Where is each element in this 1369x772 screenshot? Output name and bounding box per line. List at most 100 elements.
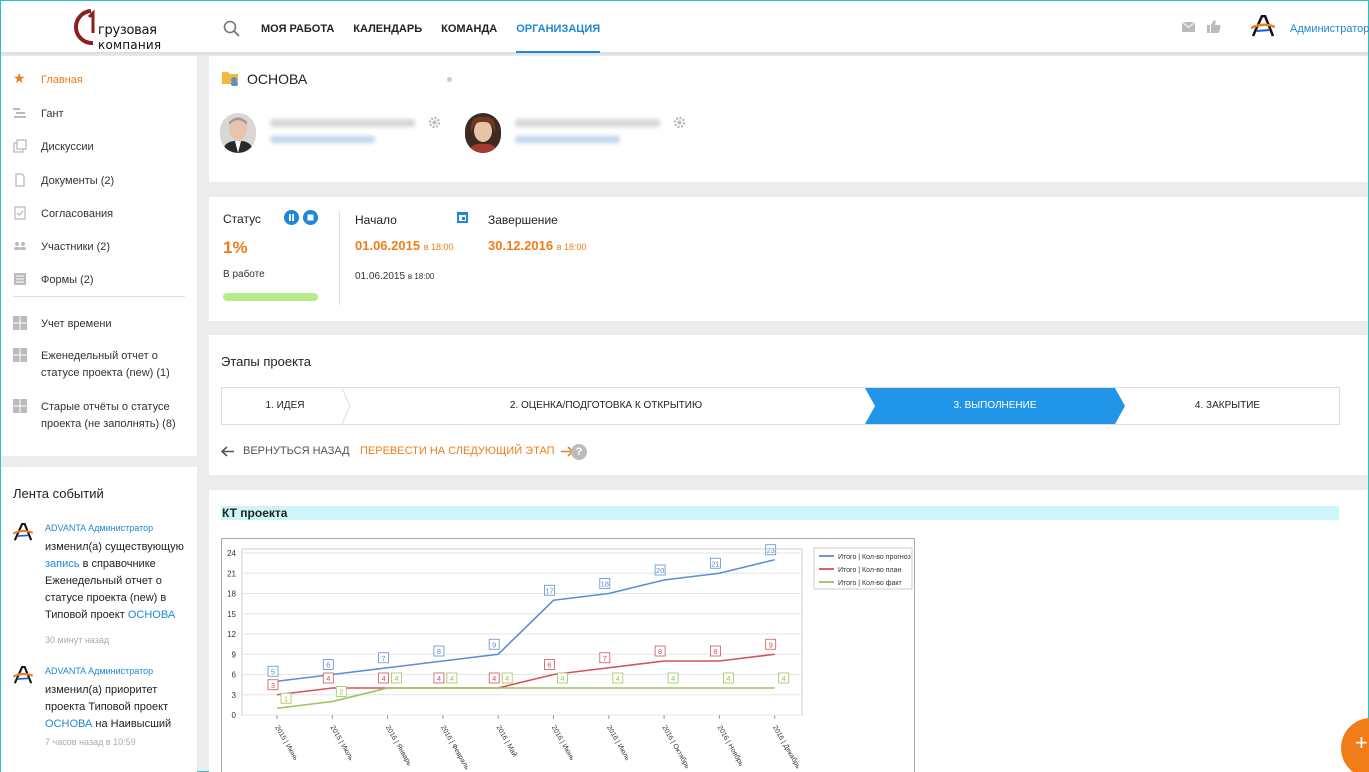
event-text-part: на Наивысший <box>95 718 172 730</box>
stages-title: Этапы проекта <box>221 354 311 369</box>
data-label: 4 <box>492 674 496 683</box>
sidebar-item-label: Дискуссии <box>41 141 94 153</box>
chart-section-title: КТ проекта <box>221 506 1339 520</box>
advanta-logo-icon <box>13 523 33 541</box>
y-tick-label: 9 <box>232 650 237 659</box>
data-label: 4 <box>382 674 386 683</box>
stage-idea[interactable]: 1. ИДЕЯ <box>222 388 348 424</box>
data-label: 3 <box>271 681 275 690</box>
stage-closing[interactable]: 4. ЗАКРЫТИЕ <box>1125 388 1330 424</box>
next-stage-button[interactable]: ПЕРЕВЕСТИ НА СЛЕДУЮЩИЙ ЭТАП <box>360 445 574 457</box>
gear-icon[interactable] <box>673 116 686 129</box>
sidebar-item-old-reports[interactable]: Старые отчёты о статусе проекта (не запо… <box>13 399 191 433</box>
discussion-icon <box>13 139 27 153</box>
legend-label: Итого | Кол-во план <box>838 567 902 574</box>
person-name <box>270 119 415 127</box>
like-icon[interactable] <box>1207 20 1221 33</box>
x-tick-label: 2016 | Ноябрь <box>716 724 746 768</box>
stage-assessment[interactable]: 2. ОЦЕНКА/ПОДГОТОВКА К ОТКРЫТИЮ <box>350 388 862 424</box>
event-time: 30 минут назад <box>45 635 110 645</box>
arrow-left-icon <box>221 445 234 457</box>
x-tick-label: 2016 | Январь <box>384 725 413 768</box>
sidebar-item-documents[interactable]: Документы (2) <box>13 173 191 190</box>
calendar-icon[interactable] <box>457 211 468 223</box>
nav-team[interactable]: КОМАНДА <box>441 1 497 53</box>
start-date: 01.06.2015 в 18:00 <box>355 238 454 253</box>
data-label: 1 <box>284 694 288 703</box>
data-label: 9 <box>492 640 496 649</box>
sidebar-item-discussions[interactable]: Дискуссии <box>13 139 191 156</box>
event-link-project[interactable]: ОСНОВА <box>45 718 92 730</box>
sidebar-item-forms[interactable]: Формы (2) <box>13 272 191 289</box>
search-icon[interactable] <box>223 20 241 38</box>
sidebar-item-gantt[interactable]: Гант <box>13 106 191 123</box>
nav-my-work[interactable]: МОЯ РАБОТА <box>261 1 334 53</box>
project-dot <box>447 77 452 82</box>
x-tick-label: 2016 | Июль <box>605 725 631 763</box>
gantt-icon <box>13 108 26 118</box>
status-label: Статус <box>223 212 261 226</box>
data-label: 4 <box>326 674 330 683</box>
sidebar-item-label: Старые отчёты о статусе проекта (не запо… <box>41 401 176 430</box>
gear-icon[interactable] <box>428 116 441 129</box>
sidebar-item-approvals[interactable]: Согласования <box>13 206 191 223</box>
sidebar-item-home[interactable]: ★ Главная <box>13 71 191 89</box>
next-stage-label: ПЕРЕВЕСТИ НА СЛЕДУЮЩИЙ ЭТАП <box>360 445 555 457</box>
person-role <box>515 136 620 143</box>
sidebar-divider <box>13 296 185 297</box>
sidebar-item-participants[interactable]: Участники (2) <box>13 239 191 256</box>
stop-icon[interactable] <box>303 210 318 225</box>
top-bar: грузовая компания МОЯ РАБОТА КАЛЕНДАРЬ К… <box>1 1 1369 53</box>
x-tick-label: 2015 | Июль <box>329 725 355 763</box>
avatar <box>220 113 256 153</box>
event-text: изменил(а) существующую запись в справоч… <box>45 539 195 624</box>
data-label: 20 <box>656 566 664 575</box>
data-label: 4 <box>726 674 730 683</box>
form-icon <box>14 273 26 285</box>
event-link-record[interactable]: запись <box>45 558 80 570</box>
logo-line-1: грузовая <box>98 23 157 38</box>
help-icon[interactable]: ? <box>571 444 587 460</box>
start-time-value: в 18:00 <box>423 242 454 252</box>
user-menu[interactable]: Администратор <box>1290 23 1369 35</box>
x-tick-label: 2016 | Июнь <box>550 725 576 763</box>
company-logo[interactable]: грузовая компания <box>69 5 162 52</box>
actual-start-time: в 18:00 <box>407 272 435 281</box>
project-folder-icon <box>222 72 238 86</box>
approval-icon <box>14 206 26 220</box>
event-text-part: изменил(а) приоритет проекта Типовой про… <box>45 684 169 713</box>
project-title: ОСНОВА <box>247 71 308 87</box>
avatar <box>465 113 501 153</box>
end-date-value: 30.12.2016 <box>488 238 554 253</box>
data-label: 4 <box>616 674 620 683</box>
x-tick-label: 2016 | Февраль <box>439 725 470 772</box>
logo-line-2: компания <box>98 38 162 52</box>
pause-icon[interactable] <box>284 210 299 225</box>
data-label: 4 <box>437 674 441 683</box>
status-state: В работе <box>223 269 265 280</box>
y-tick-label: 6 <box>232 671 237 680</box>
data-label: 7 <box>382 654 386 663</box>
y-tick-label: 24 <box>227 549 236 558</box>
back-button[interactable]: ВЕРНУТЬСЯ НАЗАД <box>221 445 350 457</box>
nav-organization[interactable]: ОРГАНИЗАЦИЯ <box>516 1 601 53</box>
event-author[interactable]: ADVANTA Администратор <box>45 523 153 533</box>
line-chart: 036912151821242015 | Июнь 2015 | Июль 2016… <box>227 544 913 772</box>
mail-icon[interactable] <box>1182 22 1195 32</box>
stage-execution[interactable]: 3. ВЫПОЛНЕНИЕ <box>875 388 1115 424</box>
y-tick-label: 3 <box>232 691 237 700</box>
event-link-project[interactable]: ОСНОВА <box>128 609 175 621</box>
sidebar-item-weekly-report[interactable]: Еженедельный отчет о статусе проекта (ne… <box>13 348 191 382</box>
start-date-value: 01.06.2015 <box>355 238 421 253</box>
event-author[interactable]: ADVANTA Администратор <box>45 666 153 676</box>
advanta-logo-icon <box>1251 15 1275 37</box>
legend-label: Итого | Кол-во прогноз <box>838 554 911 561</box>
sidebar-item-label: Формы (2) <box>41 274 94 286</box>
sidebar-item-time-tracking[interactable]: Учет времени <box>13 316 191 333</box>
nav-calendar[interactable]: КАЛЕНДАРЬ <box>353 1 422 53</box>
feed-title: Лента событий <box>13 486 104 501</box>
x-tick-label: 2016 | Май <box>494 724 518 758</box>
sidebar-item-label: Главная <box>41 74 83 86</box>
chart-container: 0 3 6 9 12 15 18 21 24 2015 | Июнь 2015 | Июль 2016… <box>221 538 915 772</box>
stages-bar: 1. ИДЕЯ 2. ОЦЕНКА/ПОДГОТОВКА К ОТКРЫТИЮ … <box>221 387 1340 425</box>
